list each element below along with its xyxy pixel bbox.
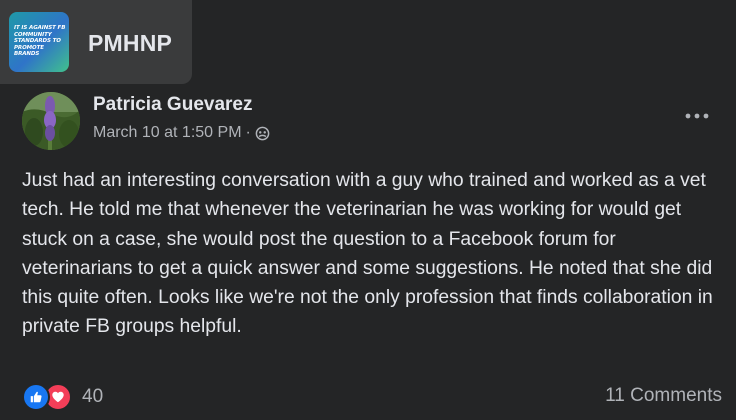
more-horizontal-icon xyxy=(685,113,709,119)
post-body: Just had an interesting conversation wit… xyxy=(22,170,713,338)
post-meta: March 10 at 1:50 PM · xyxy=(93,124,270,142)
post-timestamp[interactable]: March 10 at 1:50 PM xyxy=(93,124,242,142)
group-header[interactable]: IT IS AGAINST FB COMMUNITY STANDARDS TO … xyxy=(0,0,192,84)
reaction-count: 40 xyxy=(82,386,104,407)
like-reaction-icon xyxy=(22,383,50,411)
group-thumbnail-text: IT IS AGAINST FB COMMUNITY STANDARDS TO … xyxy=(14,25,66,57)
author-avatar[interactable] xyxy=(22,92,80,150)
meta-separator: · xyxy=(245,124,251,141)
reactions-summary[interactable]: 40 xyxy=(22,383,103,411)
group-thumbnail[interactable]: IT IS AGAINST FB COMMUNITY STANDARDS TO … xyxy=(9,12,69,72)
more-options-button[interactable] xyxy=(682,106,712,126)
author-name[interactable]: Patricia Guevarez xyxy=(93,94,252,116)
post-card: IT IS AGAINST FB COMMUNITY STANDARDS TO … xyxy=(0,0,736,420)
group-audience-icon xyxy=(255,126,270,141)
comments-count-link[interactable]: 11 Comments xyxy=(605,385,722,407)
group-name[interactable]: PMHNP xyxy=(88,30,172,57)
